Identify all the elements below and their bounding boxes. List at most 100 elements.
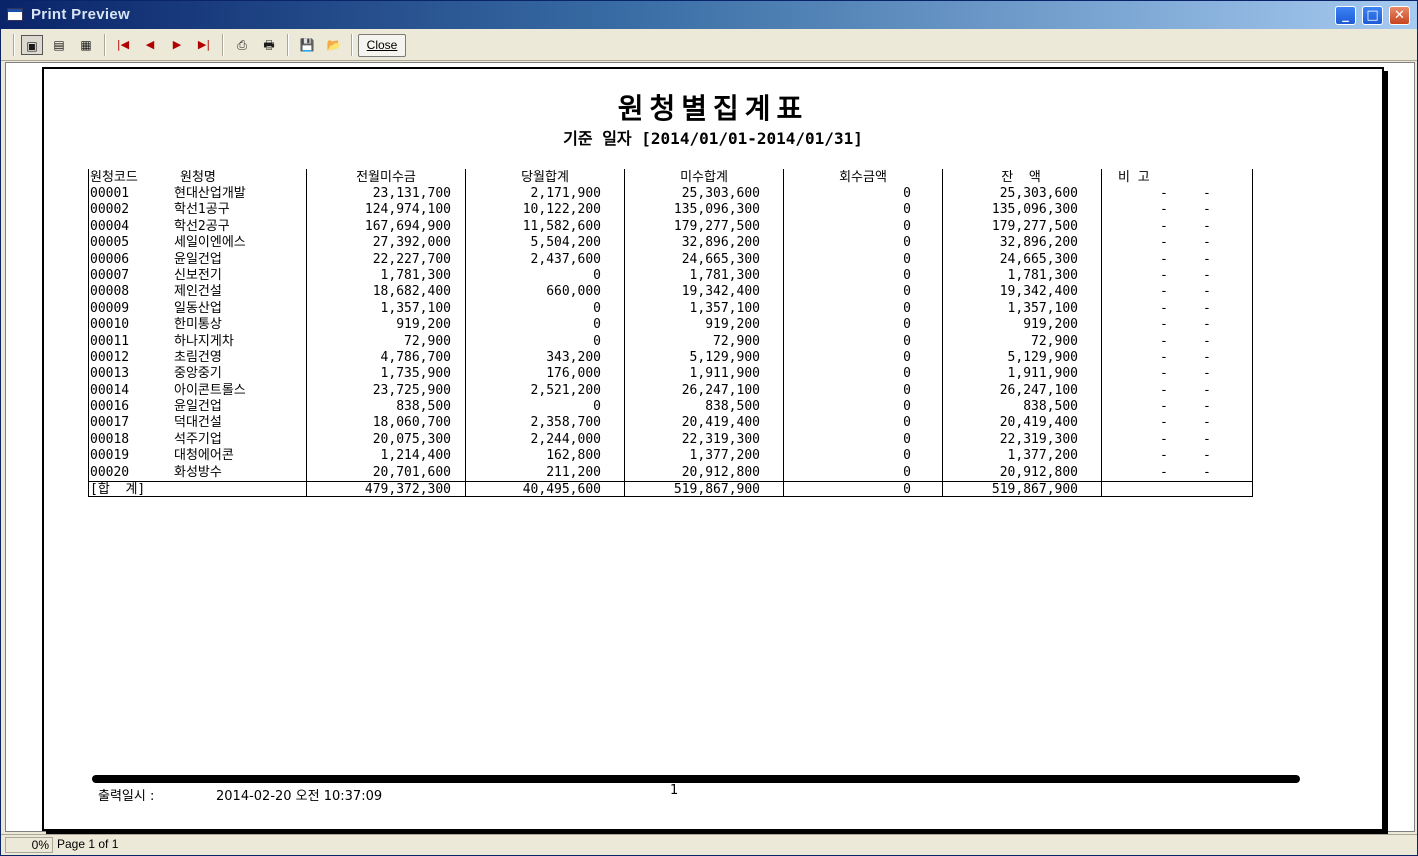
cell-bal: 1,781,300 bbox=[1007, 267, 1078, 283]
cell-unpaid: 32,896,200 bbox=[681, 235, 760, 251]
cell-code: 00005 bbox=[90, 235, 130, 251]
cell-unpaid: 72,900 bbox=[713, 333, 760, 349]
cell-n2: - bbox=[1203, 448, 1211, 464]
cell-curr: 0 bbox=[593, 317, 601, 333]
cell-n2: - bbox=[1203, 431, 1211, 447]
cell-coll: 0 bbox=[903, 202, 911, 218]
table-row: 00009 일동산업 1,357,100 0 1,357,100 0 1,357,100 - - bbox=[88, 301, 1253, 317]
cell-n1: - bbox=[1160, 218, 1168, 234]
printer-setup-icon[interactable]: ⎙ bbox=[231, 35, 253, 55]
cell-name: 대청에어콘 bbox=[174, 448, 234, 464]
report-page: 원청별집계표 기준 일자 [2014/01/01-2014/01/31] 원청코… bbox=[42, 67, 1384, 831]
report-subtitle: 기준 일자 [2014/01/01-2014/01/31] bbox=[563, 129, 863, 148]
cell-n2: - bbox=[1203, 317, 1211, 333]
page-width-icon[interactable]: ▤ bbox=[48, 35, 70, 55]
header-balance: 잔 액 bbox=[1001, 170, 1041, 185]
cell-bal: 24,665,300 bbox=[999, 251, 1078, 267]
table-row: 00010 한미통상 919,200 0 919,200 0 919,200 - - bbox=[88, 317, 1253, 333]
header-prev-unpaid: 전월미수금 bbox=[356, 170, 416, 185]
cell-unpaid: 20,912,800 bbox=[681, 464, 760, 480]
cell-n2: - bbox=[1203, 366, 1211, 382]
header-note: 비 고 bbox=[1118, 170, 1150, 185]
cell-coll: 0 bbox=[903, 415, 911, 431]
cell-coll: 0 bbox=[903, 431, 911, 447]
maximize-button[interactable]: □ bbox=[1362, 6, 1383, 25]
cell-code: 00001 bbox=[90, 186, 130, 201]
cell-unpaid: 1,781,300 bbox=[689, 267, 760, 283]
print-icon[interactable]: 🖶 bbox=[258, 35, 280, 55]
cell-bal: 25,303,600 bbox=[999, 186, 1078, 201]
cell-coll: 0 bbox=[903, 333, 911, 349]
cell-n2: - bbox=[1203, 251, 1211, 267]
cell-n2: - bbox=[1203, 284, 1211, 300]
cell-coll: 0 bbox=[903, 366, 911, 382]
cell-n1: - bbox=[1160, 317, 1168, 333]
table-row: 00008 제인건설 18,682,400 660,000 19,342,400 0 19,… bbox=[88, 284, 1253, 300]
cell-unpaid: 22,319,300 bbox=[681, 431, 760, 447]
whole-page-icon[interactable]: ▣ bbox=[21, 35, 43, 55]
cell-code: 00006 bbox=[90, 251, 130, 267]
cell-prev: 124,974,100 bbox=[364, 202, 451, 218]
cell-prev: 72,900 bbox=[404, 333, 451, 349]
minimize-button[interactable]: _ bbox=[1335, 6, 1356, 25]
preview-viewport[interactable]: 원청별집계표 기준 일자 [2014/01/01-2014/01/31] 원청코… bbox=[5, 62, 1415, 832]
cell-code: 00004 bbox=[90, 218, 130, 234]
toolbar-separator bbox=[351, 34, 353, 56]
cell-unpaid: 919,200 bbox=[705, 317, 760, 333]
cell-code: 00012 bbox=[90, 349, 130, 365]
toolbar: ▣ ▤ ▦ |◀ ◀ ▶ ▶| ⎙ 🖶 💾 📂 Close bbox=[1, 29, 1417, 61]
cell-prev: 838,500 bbox=[396, 399, 451, 415]
cell-coll: 0 bbox=[903, 382, 911, 398]
cell-n2: - bbox=[1203, 349, 1211, 365]
cell-n2: - bbox=[1203, 202, 1211, 218]
totals-prev: 479,372,300 bbox=[364, 482, 451, 498]
cell-prev: 18,682,400 bbox=[372, 284, 451, 300]
cell-curr: 2,437,600 bbox=[530, 251, 601, 267]
last-page-icon[interactable]: ▶| bbox=[193, 35, 215, 55]
toolbar-separator bbox=[13, 34, 15, 56]
cell-bal: 20,912,800 bbox=[999, 464, 1078, 480]
next-page-icon[interactable]: ▶ bbox=[166, 35, 188, 55]
save-icon[interactable]: 💾 bbox=[296, 35, 318, 55]
cell-curr: 11,582,600 bbox=[522, 218, 601, 234]
cell-curr: 0 bbox=[593, 333, 601, 349]
window-close-button[interactable]: ✕ bbox=[1389, 6, 1410, 25]
cell-n1: - bbox=[1160, 333, 1168, 349]
table-row: 00006 윤일건업 22,227,700 2,437,600 24,665,300 0 2… bbox=[88, 252, 1253, 268]
cell-unpaid: 19,342,400 bbox=[681, 284, 760, 300]
close-button[interactable]: Close bbox=[358, 34, 406, 57]
cell-name: 석주기업 bbox=[174, 431, 222, 447]
cell-bal: 26,247,100 bbox=[999, 382, 1078, 398]
cell-coll: 0 bbox=[903, 251, 911, 267]
printed-label: 출력일시 : bbox=[98, 789, 155, 804]
cell-unpaid: 135,096,300 bbox=[673, 202, 760, 218]
hundred-percent-icon[interactable]: ▦ bbox=[75, 35, 97, 55]
cell-prev: 27,392,000 bbox=[372, 235, 451, 251]
previous-page-icon[interactable]: ◀ bbox=[139, 35, 161, 55]
cell-name: 윤일건업 bbox=[174, 251, 222, 267]
cell-bal: 179,277,500 bbox=[991, 218, 1078, 234]
footer-rule bbox=[92, 775, 1300, 783]
cell-name: 윤일건업 bbox=[174, 399, 222, 415]
totals-balance: 519,867,900 bbox=[991, 482, 1078, 498]
cell-code: 00014 bbox=[90, 382, 130, 398]
cell-n1: - bbox=[1160, 284, 1168, 300]
cell-name: 아이콘트롤스 bbox=[174, 382, 246, 398]
cell-code: 00019 bbox=[90, 448, 130, 464]
cell-prev: 919,200 bbox=[396, 317, 451, 333]
cell-n1: - bbox=[1160, 415, 1168, 431]
first-page-icon[interactable]: |◀ bbox=[112, 35, 134, 55]
cell-n2: - bbox=[1203, 333, 1211, 349]
cell-unpaid: 1,357,100 bbox=[689, 300, 760, 316]
cell-name: 세일이엔에스 bbox=[174, 235, 246, 251]
title-bar[interactable]: Print Preview _ □ ✕ bbox=[1, 1, 1417, 29]
cell-n1: - bbox=[1160, 382, 1168, 398]
cell-n2: - bbox=[1203, 235, 1211, 251]
cell-prev: 18,060,700 bbox=[372, 415, 451, 431]
toolbar-separator bbox=[222, 34, 224, 56]
cell-n1: - bbox=[1160, 186, 1168, 201]
cell-unpaid: 1,377,200 bbox=[689, 448, 760, 464]
zoom-indicator: 0% bbox=[5, 837, 53, 853]
open-folder-icon[interactable]: 📂 bbox=[323, 35, 345, 55]
cell-bal: 919,200 bbox=[1023, 317, 1078, 333]
